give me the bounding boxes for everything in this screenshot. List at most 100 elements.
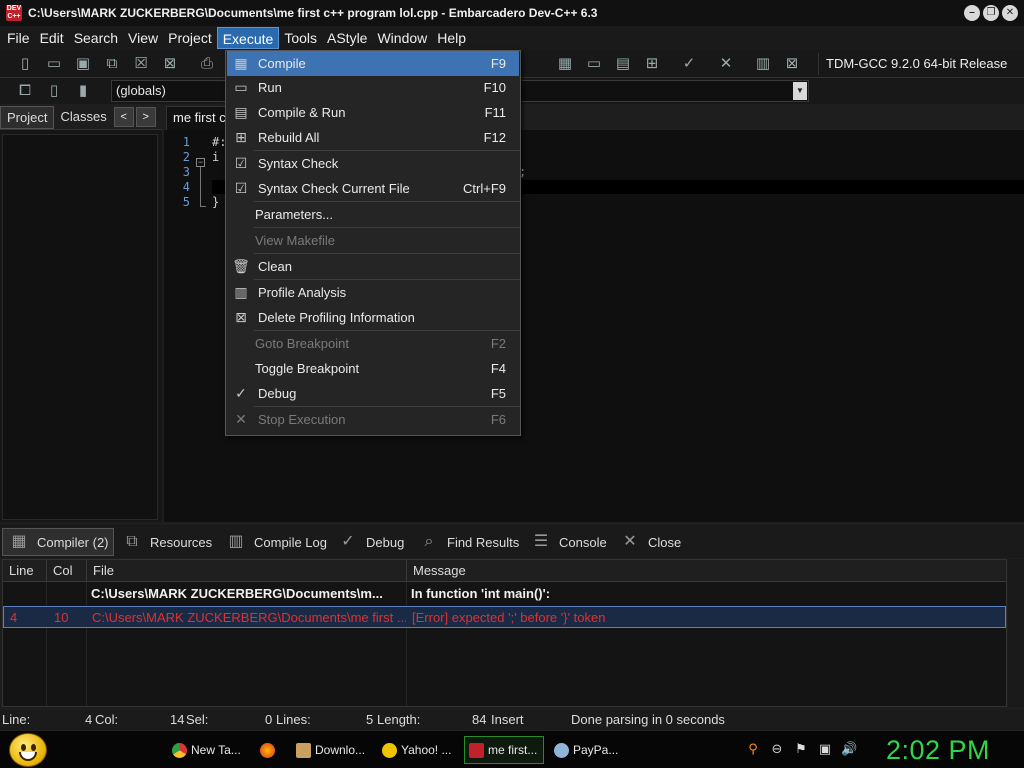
header-file[interactable]: File <box>87 560 407 582</box>
bookmark-icon[interactable]: ▯ <box>43 80 65 102</box>
tab-close[interactable]: ✕ Close <box>614 528 686 556</box>
compile-icon: ▦ <box>234 55 248 71</box>
status-col-value: 14 <box>170 712 185 727</box>
taskbar-clock[interactable]: 2:02 PM <box>886 732 990 768</box>
volume-icon[interactable]: 🔊 <box>841 741 857 757</box>
compiler-select[interactable]: TDM-GCC 9.2.0 64-bit Release <box>818 53 1022 75</box>
close-file-icon[interactable]: ☒ <box>130 53 152 75</box>
menu-item-label: Compile & Run <box>258 105 346 120</box>
status-col-label: Col: <box>95 712 119 727</box>
menu-file[interactable]: File <box>2 27 35 49</box>
menu-project[interactable]: Project <box>163 27 217 49</box>
header-message[interactable]: Message <box>407 560 1006 582</box>
debug-check-icon: ✓ <box>235 385 247 401</box>
menu-item-shortcut: F12 <box>483 130 506 145</box>
open-folder-icon[interactable]: ▭ <box>43 53 65 75</box>
menu-item-shortcut: Ctrl+F9 <box>463 181 506 196</box>
chevron-down-icon[interactable]: ▼ <box>793 82 807 100</box>
fold-toggle-icon[interactable]: − <box>196 158 205 167</box>
menu-item-rebuild-all[interactable]: ⊞ Rebuild All F12 <box>227 125 519 150</box>
bookmarks-icon[interactable]: ▮ <box>72 80 94 102</box>
tab-debug[interactable]: ✓ Debug <box>332 528 412 556</box>
menu-search[interactable]: Search <box>69 27 123 49</box>
menu-view[interactable]: View <box>123 27 163 49</box>
menu-item-delete-profiling[interactable]: ⊠ Delete Profiling Information <box>227 305 519 330</box>
menu-item-debug[interactable]: ✓ Debug F5 <box>227 381 519 406</box>
compile-toolbar-icon[interactable]: ▦ <box>554 53 576 75</box>
stop-toolbar-icon[interactable]: ✕ <box>715 53 737 75</box>
tab-compile-log[interactable]: ▥ Compile Log <box>220 528 330 556</box>
task-downloads[interactable]: Downlo... <box>292 736 374 764</box>
header-col[interactable]: Col <box>47 560 87 582</box>
start-button-smiley-icon[interactable] <box>9 733 47 767</box>
menu-item-stop-execution: ✕ Stop Execution F6 <box>227 407 519 432</box>
action-center-flag-icon[interactable]: ⚑ <box>793 741 809 757</box>
menu-item-label: Syntax Check Current File <box>258 181 410 196</box>
window-title: C:\Users\MARK ZUCKERBERG\Documents\me fi… <box>28 6 598 20</box>
menu-item-label: Stop Execution <box>258 412 346 427</box>
print-icon[interactable]: ⎙ <box>196 53 218 75</box>
save-all-icon[interactable]: ⧉ <box>101 53 123 75</box>
project-tree[interactable] <box>2 134 158 520</box>
menu-item-toggle-breakpoint[interactable]: Toggle Breakpoint F4 <box>227 356 519 381</box>
syntax-check-toolbar-icon[interactable]: ✓ <box>678 53 700 75</box>
task-firefox[interactable] <box>256 736 286 764</box>
task-paypal[interactable]: PayPa... <box>550 736 628 764</box>
compile-run-toolbar-icon[interactable]: ▤ <box>612 53 634 75</box>
close-window-button[interactable]: ✕ <box>1002 5 1018 21</box>
profile-toolbar-icon[interactable]: ▥ <box>752 53 774 75</box>
menu-tools[interactable]: Tools <box>279 27 322 49</box>
tab-console[interactable]: ☰ Console <box>525 528 611 556</box>
restore-button[interactable]: ❐ <box>983 5 999 21</box>
tab-classes[interactable]: Classes <box>54 106 112 129</box>
task-devcpp[interactable]: me first... <box>464 736 544 764</box>
run-toolbar-icon[interactable]: ▭ <box>583 53 605 75</box>
menu-item-clean[interactable]: 🗑 Clean <box>227 254 519 279</box>
menu-item-parameters[interactable]: Parameters... <box>227 202 519 227</box>
menu-item-run[interactable]: ▭ Run F10 <box>227 75 519 100</box>
tab-label: Compile Log <box>254 534 327 550</box>
tab-resources[interactable]: ⧉ Resources <box>116 528 218 556</box>
menu-item-syntax-check-file[interactable]: ☑ Syntax Check Current File Ctrl+F9 <box>227 176 519 201</box>
network-status-icon[interactable]: ⊖ <box>769 741 785 757</box>
menu-execute[interactable]: Execute <box>216 27 280 49</box>
tab-project[interactable]: Project <box>0 106 55 129</box>
table-row-error[interactable]: 4 10 C:\Users\MARK ZUCKERBERG\Documents\… <box>3 606 1006 628</box>
menu-item-compile-run[interactable]: ▤ Compile & Run F11 <box>227 100 519 125</box>
rebuild-toolbar-icon[interactable]: ⊞ <box>641 53 663 75</box>
menu-astyle[interactable]: AStyle <box>322 27 372 49</box>
status-sel-label: Sel: <box>186 712 209 727</box>
fold-end <box>200 206 206 207</box>
cell-line <box>3 583 47 605</box>
cell-col: 10 <box>54 610 69 625</box>
menu-window[interactable]: Window <box>372 27 432 49</box>
firefox-icon <box>260 742 275 758</box>
delete-profile-icon: ⊠ <box>235 309 247 325</box>
line-number: 4 <box>182 180 190 194</box>
minimize-button[interactable]: – <box>964 5 980 21</box>
display-icon[interactable]: ▣ <box>817 741 833 757</box>
menu-item-profile-analysis[interactable]: ▥ Profile Analysis <box>227 280 519 305</box>
delete-profile-toolbar-icon[interactable]: ⊠ <box>781 53 803 75</box>
table-row[interactable]: C:\Users\MARK ZUCKERBERG\Documents\m... … <box>3 583 1006 605</box>
menu-item-label: Delete Profiling Information <box>258 310 415 325</box>
menu-item-syntax-check[interactable]: ☑ Syntax Check <box>227 151 519 176</box>
task-yahoo[interactable]: Yahoo! ... <box>378 736 458 764</box>
menu-help[interactable]: Help <box>432 27 471 49</box>
tab-compiler[interactable]: ▦ Compiler (2) <box>2 528 114 556</box>
close-all-icon[interactable]: ⊠ <box>159 53 181 75</box>
menu-edit[interactable]: Edit <box>35 27 69 49</box>
task-chrome[interactable]: New Ta... <box>168 736 246 764</box>
header-line[interactable]: Line <box>3 560 47 582</box>
save-icon[interactable]: ▣ <box>72 53 94 75</box>
menu-item-compile[interactable]: ▦ Compile F9 <box>227 51 519 76</box>
search-icon[interactable]: ⚲ <box>745 741 761 757</box>
goto-icon[interactable]: ⧠ <box>14 80 36 102</box>
tab-find-results[interactable]: ⌕ Find Results <box>413 528 523 556</box>
panel-next-button[interactable]: > <box>135 107 156 127</box>
task-label: PayPa... <box>573 743 619 757</box>
new-file-icon[interactable]: ▯ <box>14 53 36 75</box>
panel-prev-button[interactable]: < <box>113 107 134 127</box>
status-sel-value: 0 <box>265 712 273 727</box>
messages-scrollbar[interactable] <box>1008 559 1024 707</box>
